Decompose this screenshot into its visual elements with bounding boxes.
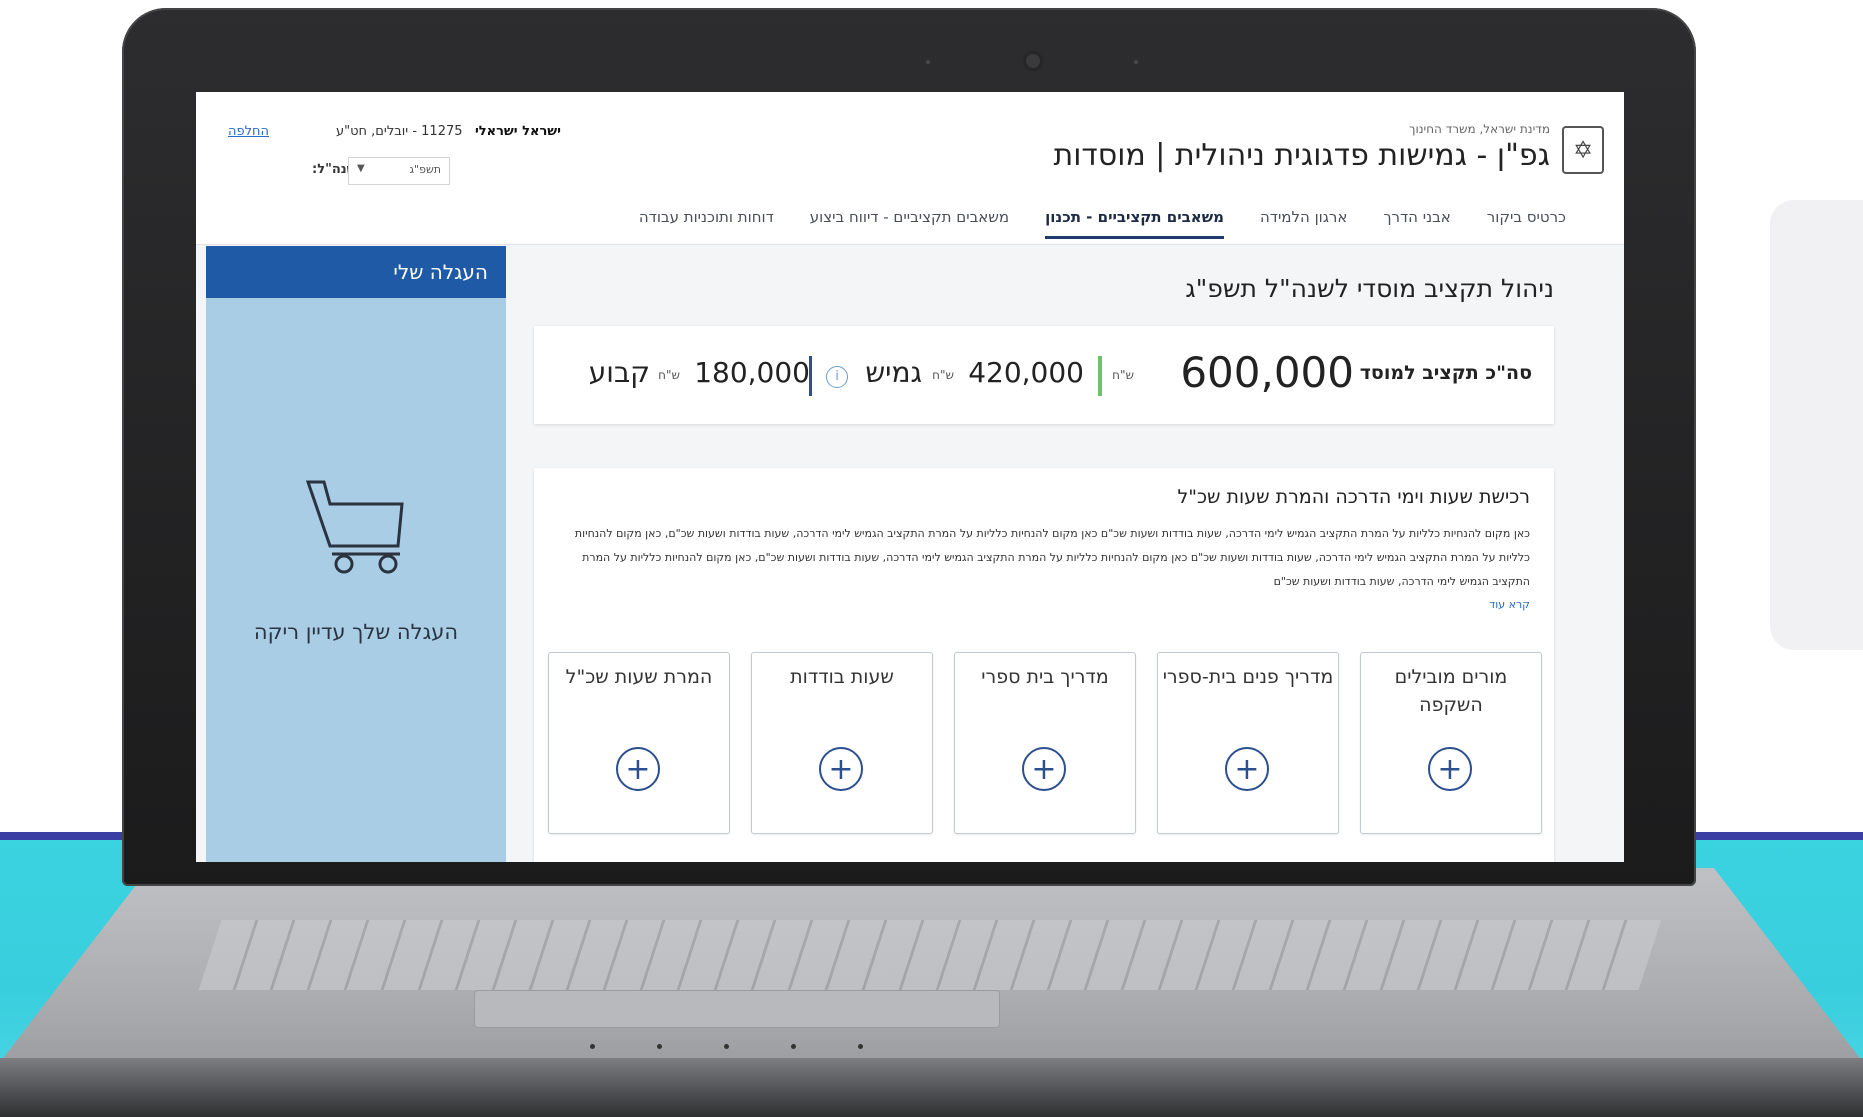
currency-label: ש"ח (1112, 368, 1134, 382)
card-school-instructor[interactable]: מדריך בית ספרי + (954, 652, 1136, 834)
status-lights (590, 1044, 890, 1049)
year-value: תשפ"ג (409, 163, 442, 176)
chevron-down-icon: ▼ (357, 163, 365, 174)
add-button[interactable]: + (616, 747, 660, 791)
webcam (1026, 54, 1040, 68)
fixed-budget-label: קבוע (588, 356, 650, 389)
tab-learning-organization[interactable]: ארגון הלמידה (1260, 200, 1347, 239)
help-link[interactable]: החלפה (228, 124, 269, 139)
total-budget-value: 600,000 (1180, 348, 1354, 397)
tab-reports[interactable]: דוחות ותוכניות עבודה (639, 200, 774, 239)
add-button[interactable]: + (819, 747, 863, 791)
flexible-budget-label: גמיש (865, 356, 922, 389)
cart-sidebar: העגלה שלי העגלה שלך עדיין ריקה (206, 246, 506, 862)
year-select[interactable]: תשפ"ג ▼ (348, 157, 450, 185)
card-label: מדריך פנים בית-ספרי (1162, 666, 1334, 688)
tab-budget-planning[interactable]: משאבים תקציביים - תכנון (1045, 200, 1224, 239)
read-more-link[interactable]: קרא עוד (1489, 598, 1530, 611)
flexible-divider (1098, 356, 1102, 396)
info-icon[interactable]: i (826, 366, 848, 388)
total-budget-label: סה"כ תקציב למוסד (1359, 362, 1532, 384)
card-hours-conversion[interactable]: המרת שעות שכ"ל + (548, 652, 730, 834)
budget-summary: סה"כ תקציב למוסד 600,000 ש"ח 420,000 ש"ח… (534, 326, 1554, 424)
tab-business-card[interactable]: כרטיס ביקור (1487, 200, 1566, 239)
fixed-budget-value: 180,000 (694, 356, 810, 389)
cart-empty-text: העגלה שלך עדיין ריקה (253, 620, 459, 644)
add-button[interactable]: + (1225, 747, 1269, 791)
purchase-description: כאן מקום להנחיות כלליות על המרת התקציב ה… (574, 527, 1530, 588)
app-title: גפ"ן - גמישות פדגוגית ניהולית | מוסדות (1053, 138, 1550, 173)
trackpad (474, 990, 1000, 1028)
purchase-section: רכישת שעות וימי הדרכה והמרת שעות שכ"ל כא… (534, 468, 1554, 862)
main-content: ניהול תקציב מוסדי לשנה"ל תשפ"ג סה"כ תקצי… (526, 246, 1606, 862)
sensor-dot (1134, 60, 1138, 64)
purchase-cards: מורים מובילים השקפה + מדריך פנים בית-ספר… (548, 652, 1542, 834)
sensor-dot (926, 60, 930, 64)
flexible-budget-value: 420,000 (968, 356, 1084, 389)
cart-icon (305, 480, 404, 574)
ministry-label: מדינת ישראל, משרד החינוך (1409, 122, 1550, 136)
main-nav: כרטיס ביקור אבני הדרך ארגון הלמידה משאבי… (639, 200, 1566, 239)
keyboard (198, 920, 1662, 990)
card-leading-teachers[interactable]: מורים מובילים השקפה + (1360, 652, 1542, 834)
background-card (1770, 200, 1863, 650)
top-bar: ✡ מדינת ישראל, משרד החינוך גפ"ן - גמישות… (196, 92, 1624, 245)
cart-title: העגלה שלי (206, 246, 506, 298)
emblem-icon: ✡ (1562, 126, 1604, 174)
user-name: ישראל ישראלי (474, 124, 561, 139)
currency-label: ש"ח (658, 368, 680, 382)
page-title: ניהול תקציב מוסדי לשנה"ל תשפ"ג (1185, 274, 1554, 303)
card-label: מדריך בית ספרי (981, 666, 1109, 688)
card-internal-instructor[interactable]: מדריך פנים בית-ספרי + (1157, 652, 1339, 834)
tab-budget-reporting[interactable]: משאבים תקציביים - דיווח ביצוע (810, 200, 1009, 239)
laptop-base-edge (0, 1058, 1863, 1117)
user-info: ישראל ישראלי 11275 - יובלים, חט"ע (336, 124, 561, 139)
card-single-hours[interactable]: שעות בודדות + (751, 652, 933, 834)
user-detail: 11275 - יובלים, חט"ע (336, 124, 463, 139)
app-screen: ✡ מדינת ישראל, משרד החינוך גפ"ן - גמישות… (196, 92, 1624, 862)
add-button[interactable]: + (1428, 747, 1472, 791)
card-label: המרת שעות שכ"ל (565, 666, 713, 688)
add-button[interactable]: + (1022, 747, 1066, 791)
tab-milestones[interactable]: אבני הדרך (1383, 200, 1450, 239)
card-label: שעות בודדות (790, 666, 894, 688)
purchase-title: רכישת שעות וימי הדרכה והמרת שעות שכ"ל (1177, 486, 1530, 508)
card-label: מורים מובילים השקפה (1394, 666, 1508, 716)
currency-label: ש"ח (932, 368, 954, 382)
